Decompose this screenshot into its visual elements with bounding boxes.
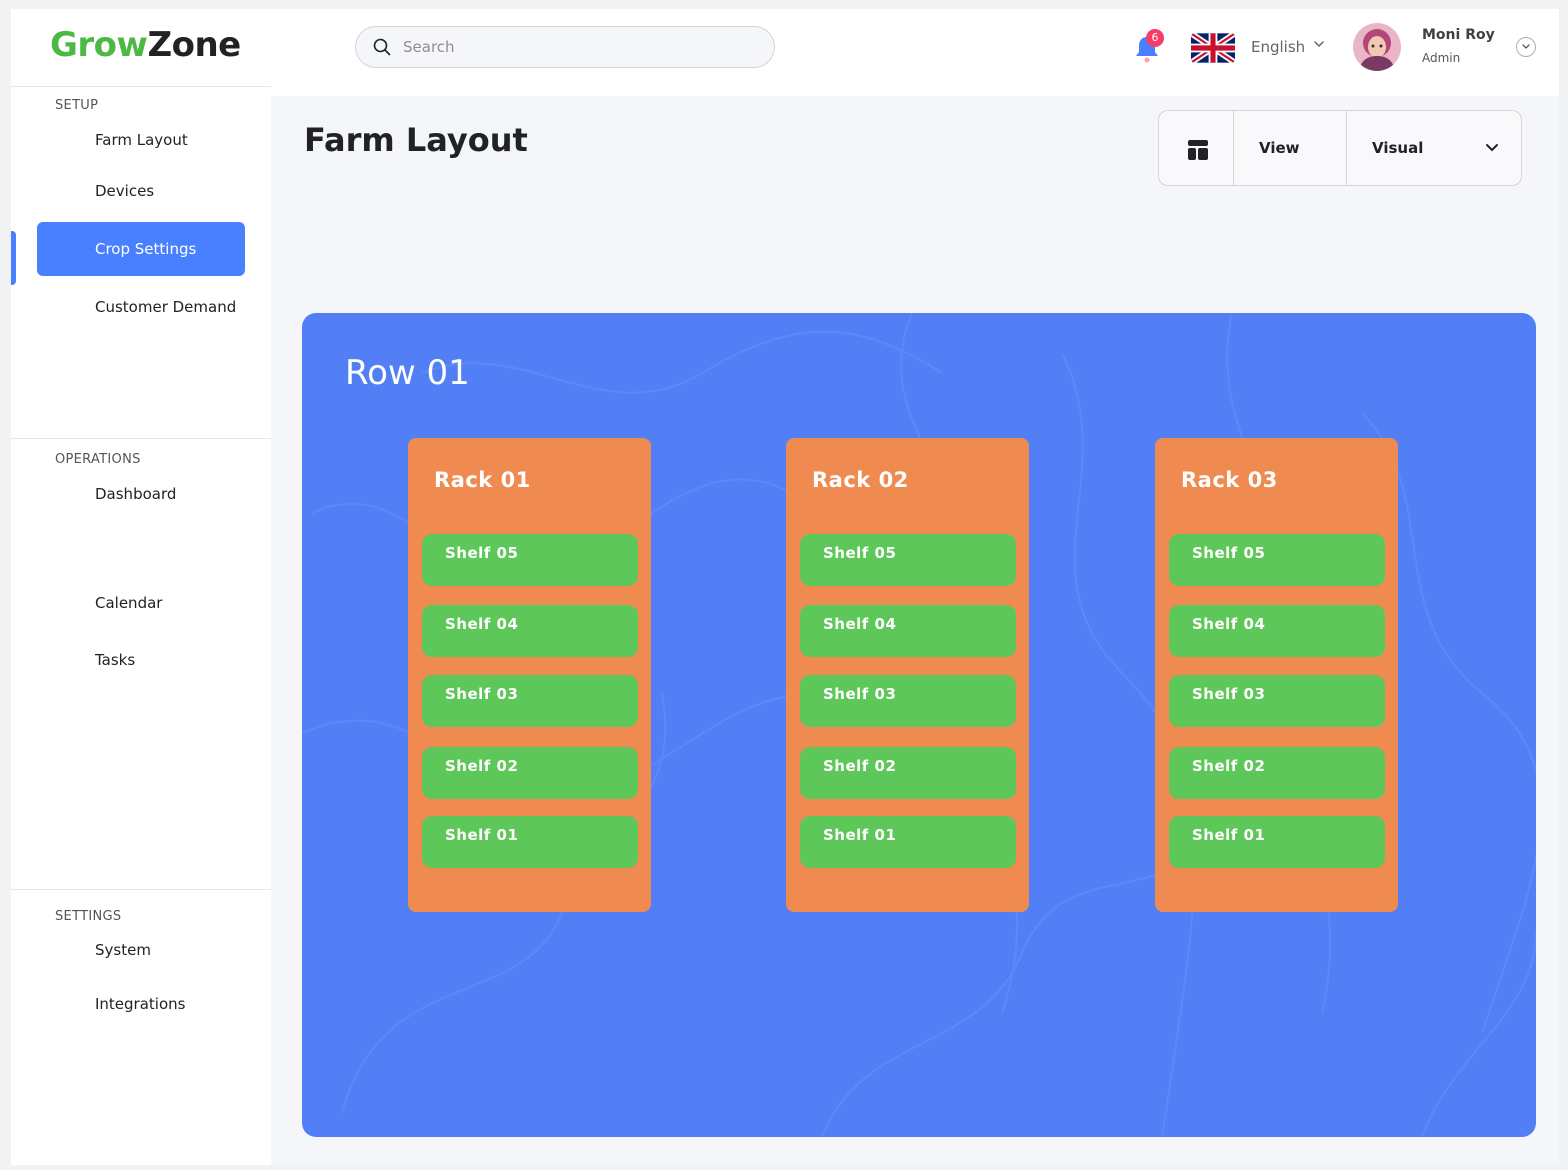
shelf-label: Shelf 01 [823, 826, 897, 844]
shelf-item[interactable]: Shelf 03 [422, 675, 638, 727]
shelf-item[interactable]: Shelf 05 [422, 534, 638, 586]
rack-card[interactable]: Rack 02 Shelf 05 Shelf 04 Shelf 03 Shelf… [786, 438, 1029, 912]
shelf-label: Shelf 01 [1192, 826, 1266, 844]
shelf-label: Shelf 05 [1192, 544, 1266, 562]
view-label: View [1259, 139, 1300, 157]
chevron-down-icon [1522, 44, 1530, 49]
shelf-label: Shelf 03 [445, 685, 519, 703]
app-window: GrowZone 6 English [11, 9, 1559, 1165]
avatar[interactable] [1353, 23, 1401, 71]
sidebar-item-label: Devices [95, 182, 155, 200]
sidebar-item-label: Calendar [95, 594, 163, 612]
sidebar-item-dashboard[interactable]: Dashboard [37, 472, 245, 518]
rack-card[interactable]: Rack 03 Shelf 05 Shelf 04 Shelf 03 Shelf… [1155, 438, 1398, 912]
row-title: Row 01 [345, 353, 470, 393]
sidebar-item-label: Customer Demand [95, 298, 237, 316]
sidebar-item-label: System [95, 941, 151, 959]
shelf-item[interactable]: Shelf 02 [422, 747, 638, 799]
search-input[interactable] [403, 36, 743, 58]
uk-flag-icon [1191, 33, 1235, 63]
shelf-item[interactable]: Shelf 01 [1169, 816, 1385, 868]
sidebar-divider [11, 438, 271, 439]
user-role: Admin [1422, 51, 1461, 65]
section-operations: OPERATIONS [55, 452, 141, 467]
shelf-label: Shelf 04 [445, 615, 519, 633]
page-title: Farm Layout [304, 121, 528, 159]
sidebar-item-integrations[interactable]: Integrations [37, 982, 245, 1028]
shelf-label: Shelf 02 [445, 757, 519, 775]
shelf-label: Shelf 05 [445, 544, 519, 562]
rack-title: Rack 02 [812, 468, 909, 492]
sidebar-item-label: Crop Settings [95, 240, 197, 258]
sidebar-item-label: Integrations [95, 995, 186, 1013]
notification-badge: 6 [1146, 29, 1164, 47]
search-box[interactable] [355, 26, 775, 68]
sidebar-item-label: Tasks [95, 651, 136, 669]
sidebar-item-tasks[interactable]: Tasks [37, 638, 245, 684]
user-name: Moni Roy [1422, 27, 1495, 43]
sidebar-item-system[interactable]: System [37, 928, 245, 974]
logo-grow: Grow [50, 25, 148, 65]
active-indicator [11, 231, 16, 285]
shelf-item[interactable]: Shelf 05 [1169, 534, 1385, 586]
shelf-item[interactable]: Shelf 03 [800, 675, 1016, 727]
section-setup: SETUP [55, 98, 99, 113]
row-panel: Row 01 Rack 01 Shelf 05 Shelf 04 Shelf 0… [302, 313, 1536, 1137]
profile-menu-button[interactable] [1516, 37, 1536, 57]
view-divider [1233, 111, 1234, 185]
shelf-item[interactable]: Shelf 04 [800, 605, 1016, 657]
shelf-label: Shelf 02 [1192, 757, 1266, 775]
shelf-item[interactable]: Shelf 04 [422, 605, 638, 657]
sidebar-item-label: Dashboard [95, 485, 177, 503]
shelf-item[interactable]: Shelf 03 [1169, 675, 1385, 727]
view-controls: View Visual [1158, 110, 1522, 186]
chevron-down-icon[interactable] [1313, 40, 1325, 48]
top-bar: GrowZone 6 English [11, 9, 1559, 96]
rack-card[interactable]: Rack 01 Shelf 05 Shelf 04 Shelf 03 Shelf… [408, 438, 651, 912]
shelf-label: Shelf 03 [823, 685, 897, 703]
chevron-down-icon [1486, 144, 1498, 152]
layout-icon[interactable] [1187, 139, 1209, 161]
sidebar-item-farm-layout[interactable]: Farm Layout [37, 118, 245, 164]
sidebar: SETUP Farm Layout Devices Crop Settings … [11, 86, 271, 1165]
shelf-label: Shelf 02 [823, 757, 897, 775]
shelf-item[interactable]: Shelf 01 [422, 816, 638, 868]
shelf-label: Shelf 05 [823, 544, 897, 562]
shelf-item[interactable]: Shelf 05 [800, 534, 1016, 586]
shelf-label: Shelf 01 [445, 826, 519, 844]
shelf-item[interactable]: Shelf 04 [1169, 605, 1385, 657]
section-settings: SETTINGS [55, 909, 122, 924]
sidebar-item-label: Farm Layout [95, 131, 188, 149]
logo[interactable]: GrowZone [50, 25, 241, 65]
shelf-item[interactable]: Shelf 02 [1169, 747, 1385, 799]
sidebar-item-crop-settings[interactable]: Crop Settings [37, 222, 245, 276]
rack-title: Rack 01 [434, 468, 531, 492]
sidebar-divider [11, 86, 271, 87]
sidebar-item-customer-demand[interactable]: Customer Demand [37, 285, 245, 331]
shelf-label: Shelf 03 [1192, 685, 1266, 703]
sidebar-item-devices[interactable]: Devices [37, 169, 245, 215]
logo-zone: Zone [147, 25, 241, 65]
shelf-item[interactable]: Shelf 01 [800, 816, 1016, 868]
language-selector[interactable]: English [1251, 38, 1305, 56]
shelf-label: Shelf 04 [1192, 615, 1266, 633]
sidebar-item-calendar[interactable]: Calendar [37, 581, 245, 627]
shelf-item[interactable]: Shelf 02 [800, 747, 1016, 799]
search-icon [373, 38, 391, 56]
view-mode-select[interactable]: Visual [1347, 111, 1522, 185]
view-mode-value: Visual [1372, 139, 1424, 157]
shelf-label: Shelf 04 [823, 615, 897, 633]
rack-title: Rack 03 [1181, 468, 1278, 492]
sidebar-divider [11, 889, 271, 890]
